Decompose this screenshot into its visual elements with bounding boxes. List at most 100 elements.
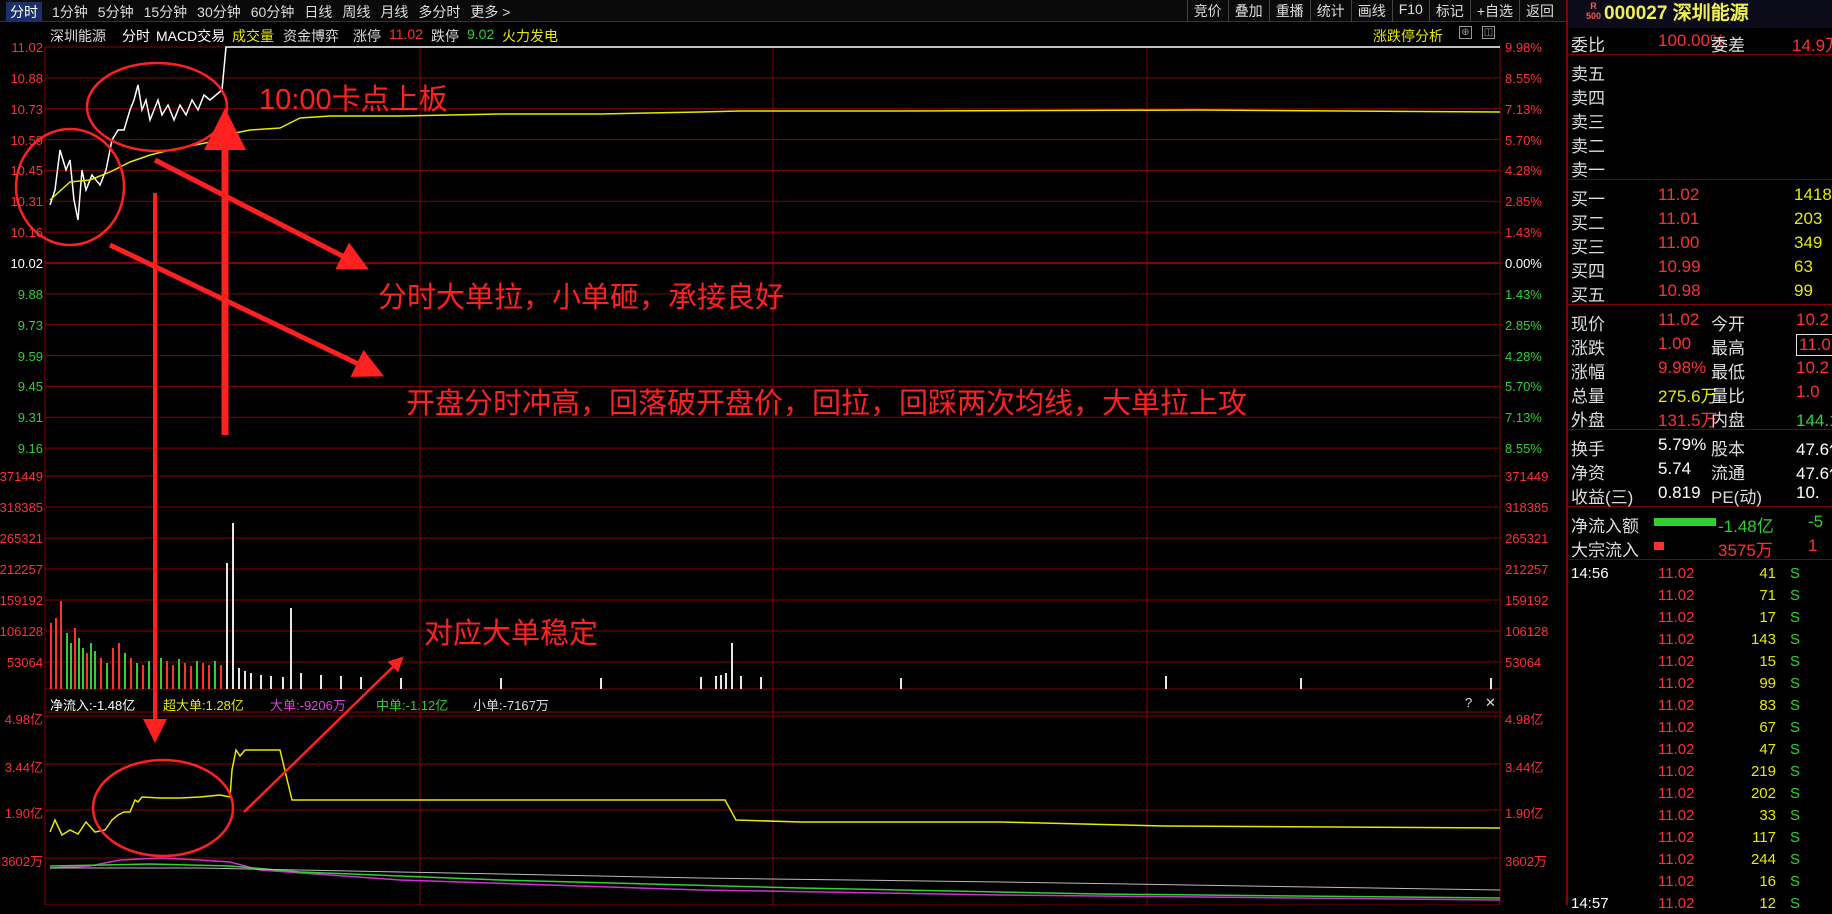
tick-row: 11.02 99 S — [1658, 675, 1801, 692]
volume-bar — [118, 643, 120, 689]
pct-axis-label: 9.98% — [1505, 40, 1542, 55]
flow-net: 净流入:-1.48亿 — [50, 698, 136, 713]
price-axis-label: 9.45 — [17, 379, 43, 395]
volume-bar — [196, 661, 198, 689]
volume-bar — [172, 665, 174, 689]
tick-row: 11.02 71 S — [1658, 587, 1801, 604]
volume-bar — [226, 563, 228, 689]
flow-axis-label: 3602万 — [1, 854, 43, 869]
volume-bar — [720, 675, 722, 689]
flow-xl-line — [49, 748, 1501, 837]
flow-s: 小单:-7167万 — [473, 698, 549, 713]
flow-l: 大单:-9206万 — [270, 698, 346, 713]
flow-row: 大宗流入 3575万 1 — [1571, 536, 1818, 560]
flow-axis-label: 3.44亿 — [4, 760, 43, 775]
pct-axis-label: 8.55% — [1505, 441, 1542, 457]
price-axis-label: 10.88 — [10, 70, 43, 86]
tick-list[interactable]: 14:56 11.02 41 S 11.02 71 S 11.02 17 S 11.02 143 S 11… — [1568, 562, 1832, 914]
stock-name-side: 深圳能源 — [1672, 3, 1749, 24]
annotation-limit-up: 10:00卡点上板 — [259, 84, 448, 116]
flow-bar — [1654, 518, 1716, 526]
volume-bar — [725, 673, 727, 689]
volume-bar — [320, 675, 322, 689]
volume-bar — [300, 673, 302, 689]
volume-bar — [86, 653, 88, 689]
volume-bar — [60, 601, 62, 689]
pct-axis-label: 8.55% — [1505, 70, 1542, 86]
ask-row: 卖三 — [1571, 113, 1605, 132]
flow-axis-label: 4.98亿 — [4, 712, 43, 727]
volume-bar — [400, 678, 402, 689]
stats: 现价 11.02 今开 10.2 涨跌 1.00 最高 11.0 涨幅 9.98% 最低 10.2 总量… — [1568, 307, 1832, 430]
pct-axis-label: 5.70% — [1505, 379, 1542, 395]
volume-axis-label: 318385 — [0, 500, 43, 515]
volume-axis-label: 318385 — [1505, 500, 1549, 515]
volume-axis-label: 106128 — [1505, 624, 1549, 639]
volume-bar — [124, 653, 126, 689]
volume-bar — [250, 673, 252, 689]
bid-row: 买五 10.98 99 — [1571, 281, 1813, 305]
price-axis-label: 9.31 — [17, 410, 43, 426]
volume-axis-label: 371449 — [1505, 469, 1549, 484]
pct-axis-label: 0.00% — [1505, 256, 1542, 271]
flow-axis-label: 1.90亿 — [1505, 806, 1544, 821]
volume-bar — [148, 661, 150, 689]
pct-axis-label: 7.13% — [1505, 410, 1542, 426]
stat-row: 现价 11.02 今开 10.2 — [1571, 310, 1830, 334]
stock-code: 000027 — [1604, 3, 1668, 24]
price-axis-label: 10.02 — [10, 256, 43, 271]
volume-bar — [202, 663, 204, 689]
pct-axis-label: 2.85% — [1505, 194, 1542, 210]
flow-row: 净流入额 -1.48亿 -5 — [1571, 512, 1824, 536]
help-icon[interactable]: ? — [1465, 695, 1472, 710]
ask-row: 卖一 — [1571, 161, 1605, 180]
volume-bar — [74, 628, 76, 689]
r500-badge: R 500 — [1586, 1, 1602, 21]
volume-bar — [715, 676, 717, 689]
flow-bar — [1654, 542, 1664, 550]
tick-row: 11.02 16 S — [1658, 873, 1801, 890]
volume-bar — [130, 658, 132, 689]
price-axis-label: 10.31 — [10, 194, 43, 210]
annotation-circle — [85, 61, 229, 153]
volume-axis-label: 53064 — [6, 655, 43, 670]
bid-row: 买四 10.99 63 — [1571, 257, 1813, 281]
volume-bar — [214, 661, 216, 689]
volume-bar — [270, 676, 272, 689]
close-icon[interactable]: ✕ — [1485, 695, 1496, 711]
stat-row: 涨幅 9.98% 最低 10.2 — [1571, 358, 1830, 382]
tick-row: 11.02 15 S — [1658, 653, 1801, 670]
annotation-stable: 对应大单稳定 — [424, 618, 599, 650]
pct-axis-label: 4.28% — [1505, 163, 1542, 179]
volume-bar — [142, 665, 144, 689]
pct-axis-label: 2.85% — [1505, 317, 1542, 333]
bid-row: 买二 11.01 203 — [1571, 209, 1823, 233]
pct-axis-label: 1.43% — [1505, 286, 1542, 302]
price-axis-label: 9.73 — [17, 317, 43, 333]
volume-axis-label: 159192 — [1505, 593, 1549, 608]
stat-row: 收益(三) 0.819 PE(动) 10. — [1571, 483, 1820, 507]
tick-row: 11.02 202 S — [1658, 785, 1801, 802]
volume-bar — [740, 676, 742, 689]
stat-row: 净资5.74流通47.6亿 — [1571, 459, 1832, 483]
volume-bar — [1165, 676, 1167, 689]
volume-bar — [232, 523, 234, 689]
price-axis-label: 11.02 — [11, 40, 43, 55]
annotation-big-order: 分时大单拉，小单砸，承接良好 — [378, 282, 785, 314]
arrow — [153, 157, 369, 270]
volume-bar — [55, 618, 57, 689]
stat-row: 外盘131.5万内盘144.1万 — [1571, 411, 1832, 430]
flow-m: 中单:-1.12亿 — [376, 698, 449, 713]
volume-bar — [166, 661, 168, 689]
tick-row: 11.02 117 S — [1658, 829, 1801, 846]
fund-flows: 净流入额 -1.48亿 -5 大宗流入 3575万 1 — [1568, 509, 1832, 560]
volume-axis-label: 265321 — [1505, 531, 1549, 546]
volume-axis-label: 159192 — [0, 593, 43, 608]
price-axis-label: 10.59 — [10, 132, 43, 148]
volume-bar — [1490, 678, 1492, 689]
ask-row: 卖二 — [1571, 137, 1605, 156]
volume-bar — [700, 677, 702, 689]
pct-axis-label: 1.43% — [1505, 225, 1542, 241]
volume-bar — [160, 658, 162, 689]
intraday-chart[interactable] — [0, 0, 1566, 905]
